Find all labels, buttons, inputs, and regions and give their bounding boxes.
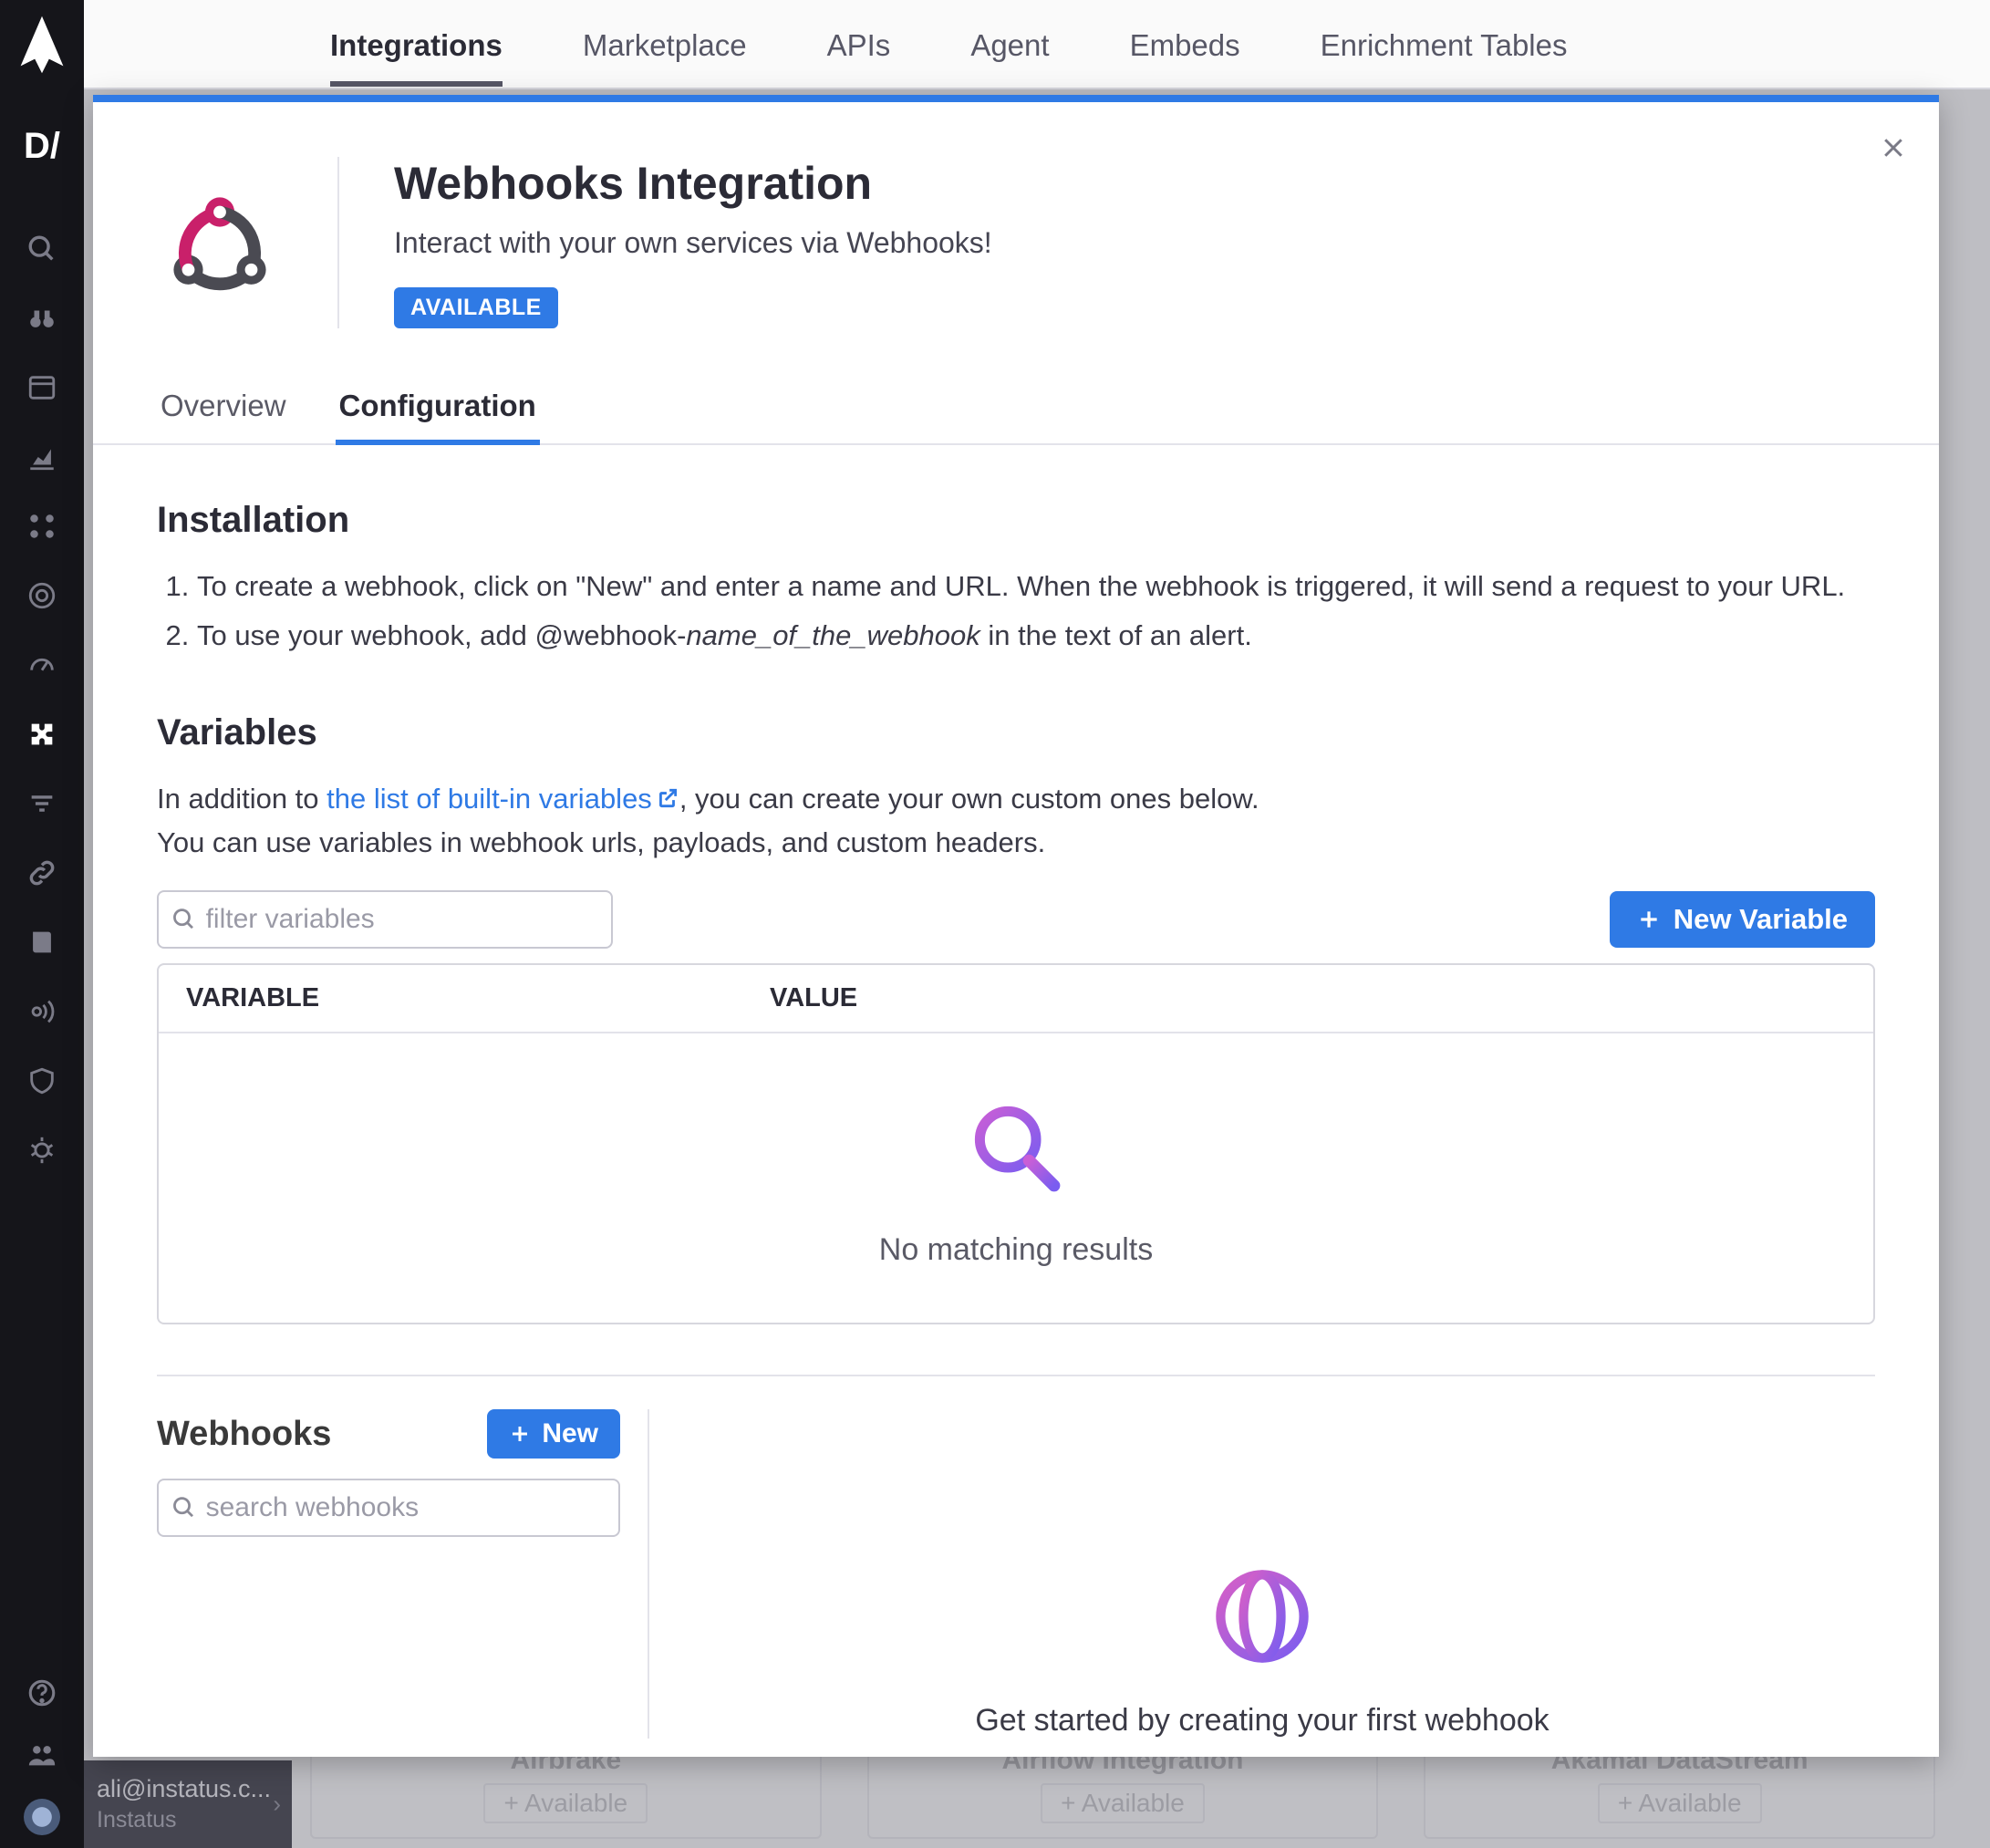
left-sidebar: D/ <box>0 0 84 1848</box>
filter-icon[interactable] <box>24 785 60 822</box>
tab-enrichment[interactable]: Enrichment Tables <box>1321 3 1568 85</box>
webhooks-heading: Webhooks <box>157 1415 331 1454</box>
empty-text: No matching results <box>879 1232 1153 1268</box>
install-step-2: To use your webhook, add @webhook-name_o… <box>197 614 1875 658</box>
brand-text: D/ <box>24 126 60 167</box>
webhooks-empty-text: Get started by creating your first webho… <box>975 1703 1549 1739</box>
filter-variables-input[interactable] <box>157 890 613 949</box>
book-icon[interactable] <box>24 924 60 960</box>
puzzle-icon[interactable] <box>24 716 60 753</box>
col-value: VALUE <box>770 983 1846 1013</box>
builtin-vars-link[interactable]: the list of built-in variables <box>326 783 679 815</box>
binoculars-icon[interactable] <box>24 300 60 337</box>
modal-subtitle: Interact with your own services via Webh… <box>394 226 992 260</box>
plus-icon <box>1637 908 1661 931</box>
avatar[interactable] <box>24 1799 60 1835</box>
datadog-logo[interactable] <box>6 9 78 80</box>
filter-variables-field[interactable] <box>206 904 598 935</box>
modal-tab-configuration[interactable]: Configuration <box>336 374 540 443</box>
tab-integrations[interactable]: Integrations <box>330 3 503 85</box>
integration-modal: Webhooks Integration Interact with your … <box>93 95 1939 1757</box>
variables-table: VARIABLE VALUE No matching results <box>157 963 1875 1324</box>
status-badge: AVAILABLE <box>394 287 558 328</box>
installation-heading: Installation <box>157 500 1875 541</box>
search-icon[interactable] <box>24 231 60 267</box>
tab-marketplace[interactable]: Marketplace <box>583 3 747 85</box>
close-icon[interactable] <box>1875 130 1912 166</box>
stream-icon[interactable] <box>24 993 60 1030</box>
dashboard-icon[interactable] <box>24 369 60 406</box>
modal-tabs: Overview Configuration <box>93 374 1939 445</box>
gauge-icon[interactable] <box>24 647 60 683</box>
variables-intro: In addition to the list of built-in vari… <box>157 777 1875 865</box>
tab-embeds[interactable]: Embeds <box>1130 3 1240 85</box>
globe-icon <box>1210 1564 1314 1676</box>
variables-empty-state: No matching results <box>159 1033 1873 1323</box>
modal-title: Webhooks Integration <box>394 157 992 210</box>
bug-icon[interactable] <box>24 1132 60 1168</box>
plus-icon <box>509 1423 531 1445</box>
search-icon <box>171 906 197 933</box>
new-webhook-button[interactable]: New <box>487 1409 620 1459</box>
team-icon[interactable] <box>24 1737 60 1773</box>
tab-apis[interactable]: APIs <box>827 3 891 85</box>
link-icon[interactable] <box>24 855 60 891</box>
modal-tab-overview[interactable]: Overview <box>157 374 290 443</box>
search-webhooks-field[interactable] <box>206 1492 606 1523</box>
variables-heading: Variables <box>157 712 1875 753</box>
infra-icon[interactable] <box>24 508 60 545</box>
help-icon[interactable] <box>24 1675 60 1711</box>
install-steps: To create a webhook, click on "New" and … <box>157 565 1875 658</box>
chart-icon[interactable] <box>24 439 60 475</box>
new-variable-button[interactable]: New Variable <box>1610 891 1875 948</box>
search-icon <box>171 1494 197 1521</box>
shield-icon[interactable] <box>24 1063 60 1099</box>
divider <box>157 1375 1875 1376</box>
target-icon[interactable] <box>24 577 60 614</box>
install-step-1: To create a webhook, click on "New" and … <box>197 565 1875 608</box>
tab-agent[interactable]: Agent <box>970 3 1049 85</box>
magnifier-icon <box>966 1097 1066 1205</box>
webhook-icon <box>157 157 339 328</box>
search-webhooks-input[interactable] <box>157 1479 620 1537</box>
webhooks-empty-state: Get started by creating your first webho… <box>649 1409 1875 1739</box>
external-link-icon <box>656 779 679 803</box>
top-tabs: Integrations Marketplace APIs Agent Embe… <box>84 0 1990 89</box>
col-variable: VARIABLE <box>186 983 770 1013</box>
